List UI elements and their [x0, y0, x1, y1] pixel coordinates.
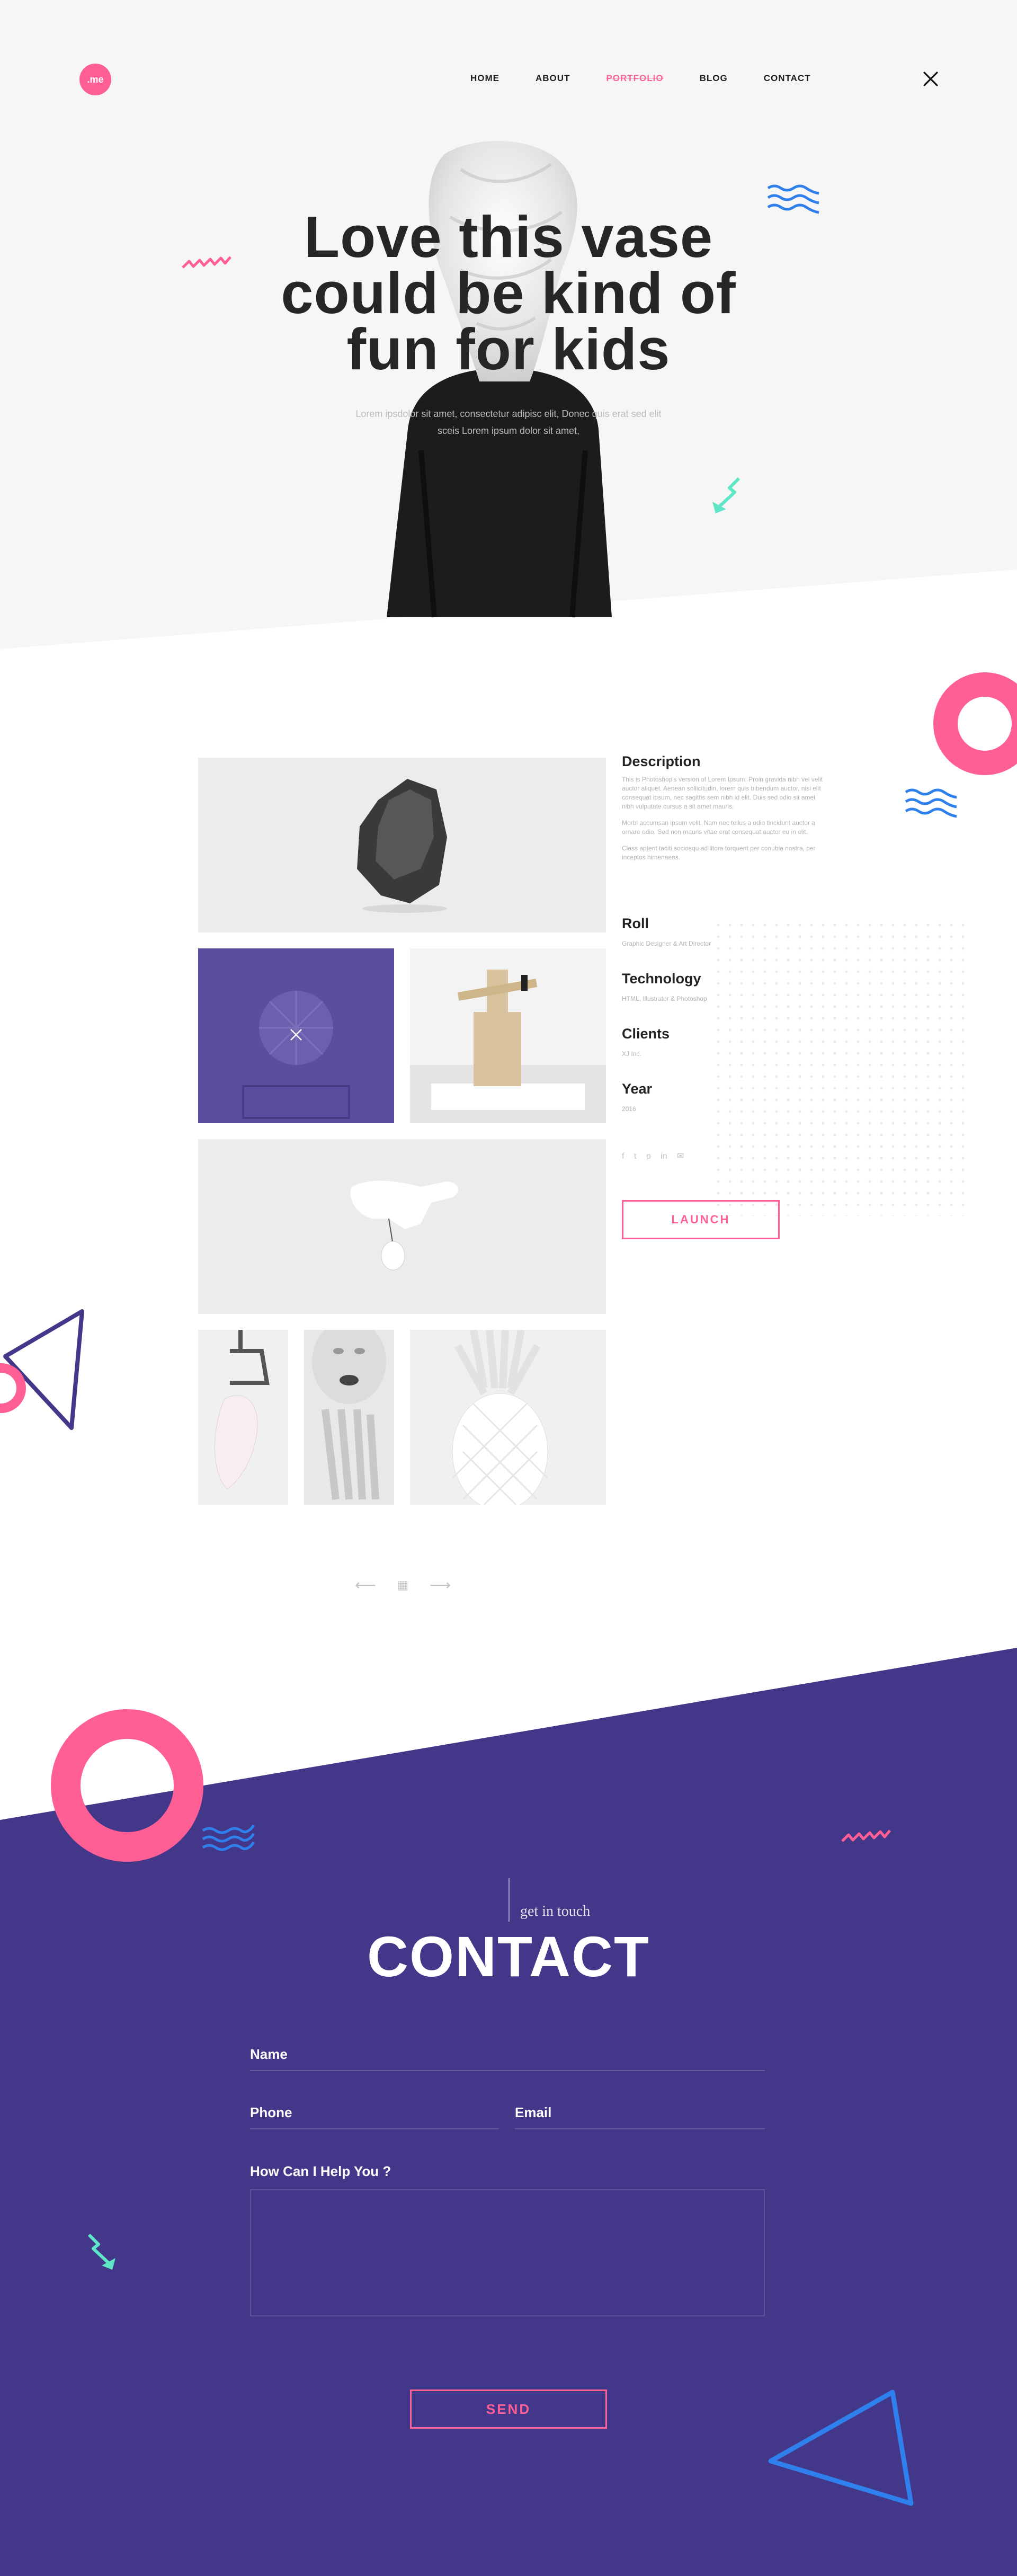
phone-input[interactable]: [302, 2101, 498, 2122]
blue-triangle-shape: [768, 2390, 914, 2506]
name-input[interactable]: [302, 2042, 763, 2064]
phone-underline: [250, 2128, 499, 2129]
pineapple-image: [451, 1330, 549, 1505]
phone-label: Phone: [250, 2104, 292, 2120]
project-meta-clients: Clients XJ Inc.: [622, 1026, 823, 1059]
main-nav: HOME ABOUT PORTFOLIO BLOG CONTACT: [470, 73, 847, 84]
face-hand-image: [312, 1330, 386, 1500]
nav-home[interactable]: HOME: [470, 73, 499, 84]
message-label: How Can I Help You ?: [250, 2163, 391, 2179]
portfolio-item-sculpture[interactable]: [410, 948, 606, 1123]
portfolio-item-purple[interactable]: [198, 948, 394, 1123]
expand-icon[interactable]: [289, 1028, 303, 1042]
pink-ring-shape: [933, 672, 1017, 775]
project-meta-technology: Technology HTML, Illustrator & Photoshop: [622, 971, 823, 1003]
twitter-icon[interactable]: t: [634, 1152, 636, 1161]
meta-value: HTML, Illustrator & Photoshop: [622, 995, 707, 1002]
project-meta-roll: Roll Graphic Designer & Art Director: [622, 916, 823, 948]
meta-value: 2016: [622, 1105, 636, 1113]
mint-arrow-icon: [712, 477, 741, 513]
hero-subtitle: Lorem ipsdolor sit amet, consectetur adi…: [355, 408, 662, 436]
name-underline: [250, 2070, 765, 2071]
dot-pattern: [712, 919, 967, 1216]
portfolio-item-face[interactable]: [304, 1330, 394, 1505]
nav-about[interactable]: ABOUT: [536, 73, 570, 84]
send-button[interactable]: SEND: [410, 2390, 607, 2429]
meta-title: Roll: [622, 916, 649, 931]
portfolio-item-hand[interactable]: [198, 1139, 606, 1314]
email-label: Email: [515, 2104, 552, 2120]
pinterest-icon[interactable]: p: [646, 1152, 651, 1161]
email-underline: [515, 2128, 765, 2129]
wood-sculpture-image: [410, 970, 606, 1123]
mint-arrow-icon: [87, 2233, 115, 2270]
portfolio-item-lamp[interactable]: [198, 1330, 288, 1505]
close-icon[interactable]: [923, 71, 939, 87]
hand-egg-image: [350, 1180, 458, 1271]
name-label: Name: [250, 2046, 288, 2062]
project-meta-year: Year 2016: [622, 1081, 823, 1114]
linkedin-icon[interactable]: in: [661, 1152, 667, 1161]
nav-blog[interactable]: BLOG: [700, 73, 728, 84]
grid-icon[interactable]: ▦: [397, 1578, 408, 1592]
project-details: Description This is Photoshop's version …: [622, 753, 823, 862]
hero-title: Love this vase could be kind of fun for …: [281, 205, 736, 382]
description-title: Description: [622, 753, 701, 769]
contact-kicker: get in touch: [520, 1903, 591, 1920]
social-icons: f t p in ✉: [622, 1151, 691, 1161]
prev-arrow-icon[interactable]: ⟵: [355, 1576, 376, 1594]
lamp-clamp-image: [215, 1330, 270, 1489]
blue-wave-icon: [905, 788, 957, 818]
meta-title: Clients: [622, 1026, 670, 1042]
description-paragraph: Class aptent taciti sociosqu ad litora t…: [622, 845, 816, 861]
logo[interactable]: .me: [79, 64, 111, 95]
pink-ring-shape: [51, 1709, 203, 1862]
rock-image: [357, 779, 447, 913]
meta-title: Technology: [622, 971, 701, 987]
message-textarea[interactable]: [250, 2189, 765, 2316]
email-input[interactable]: [561, 2101, 763, 2122]
nav-portfolio[interactable]: PORTFOLIO: [606, 73, 663, 84]
pagination: ⟵ ▦ ⟶: [355, 1576, 451, 1594]
next-arrow-icon[interactable]: ⟶: [430, 1576, 451, 1594]
meta-value: Graphic Designer & Art Director: [622, 940, 711, 947]
contact-title: CONTACT: [367, 1924, 650, 1988]
nav-contact[interactable]: CONTACT: [764, 73, 811, 84]
pink-zigzag-icon: [182, 256, 231, 269]
pink-ring-shape: [0, 1363, 26, 1413]
title-divider: [508, 1878, 510, 1922]
mail-icon[interactable]: ✉: [677, 1152, 684, 1161]
launch-button[interactable]: LAUNCH: [622, 1200, 780, 1239]
facebook-icon[interactable]: f: [622, 1152, 624, 1161]
portfolio-item-rock[interactable]: [198, 758, 606, 932]
pink-zigzag-icon: [841, 1829, 891, 1842]
description-paragraph: This is Photoshop's version of Lorem Ips…: [622, 776, 823, 810]
meta-title: Year: [622, 1081, 653, 1097]
description-paragraph: Morbi accumsan ipsum velit. Nam nec tell…: [622, 819, 815, 836]
blue-wave-icon: [767, 184, 819, 214]
blue-wave-icon: [202, 1824, 255, 1851]
portfolio-item-pineapple[interactable]: [410, 1330, 606, 1505]
meta-value: XJ Inc.: [622, 1050, 641, 1058]
